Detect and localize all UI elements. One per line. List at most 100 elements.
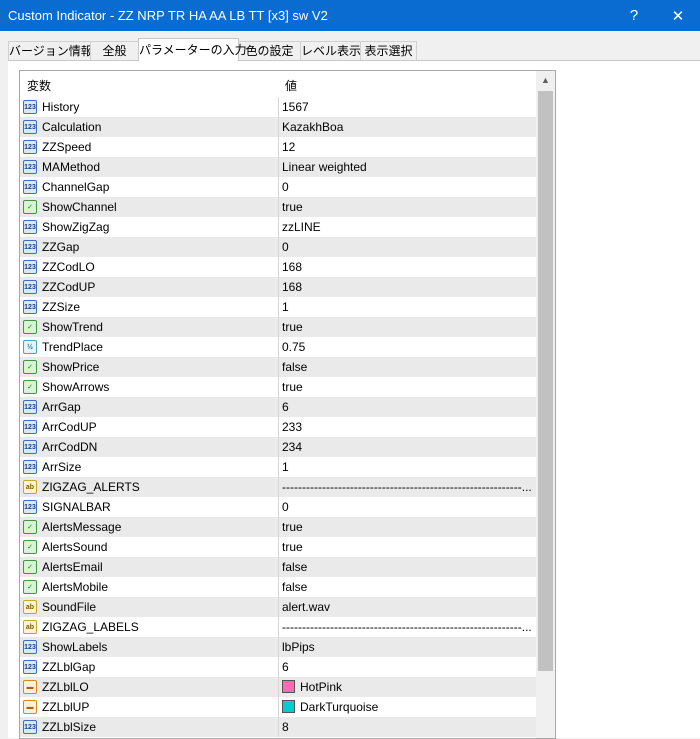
parameter-value[interactable]: true — [282, 540, 532, 554]
parameter-row[interactable]: 123 ShowZigZag zzLINE — [20, 217, 536, 237]
parameter-row[interactable]: 123 ZZCodUP 168 — [20, 277, 536, 297]
column-header-name[interactable]: 変数 — [27, 77, 51, 94]
parameter-row[interactable]: 123 ZZSize 1 — [20, 297, 536, 317]
scroll-thumb[interactable] — [538, 91, 553, 671]
parameter-row[interactable]: 123 History 1567 — [20, 97, 536, 117]
close-button[interactable]: ✕ — [656, 0, 700, 31]
int-type-icon: 123 — [23, 720, 37, 734]
column-header-value[interactable]: 値 — [285, 77, 297, 94]
parameter-row[interactable]: 123 ShowLabels lbPips — [20, 637, 536, 657]
clr-type-icon: ▬ — [23, 680, 37, 694]
column-divider — [278, 517, 279, 537]
color-swatch-icon — [282, 700, 295, 713]
parameter-row[interactable]: 123 SIGNALBAR 0 — [20, 497, 536, 517]
parameter-value[interactable]: zzLINE — [282, 220, 532, 234]
parameter-row[interactable]: ✓ ShowTrend true — [20, 317, 536, 337]
parameter-value[interactable]: 1 — [282, 460, 532, 474]
column-divider — [278, 317, 279, 337]
parameter-name: ArrSize — [42, 460, 82, 474]
parameter-row[interactable]: ▬ ZZLblLO HotPink — [20, 677, 536, 697]
parameter-value[interactable]: true — [282, 380, 532, 394]
parameter-row[interactable]: 123 Calculation KazakhBoa — [20, 117, 536, 137]
parameter-value[interactable]: 168 — [282, 260, 532, 274]
parameter-row[interactable]: 123 ZZGap 0 — [20, 237, 536, 257]
tab-5[interactable]: 表示選択 — [360, 41, 417, 61]
parameter-value[interactable]: 6 — [282, 400, 532, 414]
parameter-row[interactable]: ✓ AlertsMobile false — [20, 577, 536, 597]
parameter-name: ShowLabels — [42, 640, 108, 654]
parameter-value[interactable]: alert.wav — [282, 600, 532, 614]
parameter-row[interactable]: ab ZIGZAG_ALERTS -------------------------… — [20, 477, 536, 497]
parameter-row[interactable]: 123 ZZLblGap 6 — [20, 657, 536, 677]
parameter-value[interactable]: true — [282, 320, 532, 334]
parameter-value[interactable]: 12 — [282, 140, 532, 154]
parameter-row[interactable]: ✓ ShowChannel true — [20, 197, 536, 217]
parameter-value[interactable]: true — [282, 520, 532, 534]
parameter-value[interactable]: false — [282, 560, 532, 574]
parameter-row[interactable]: ✓ AlertsMessage true — [20, 517, 536, 537]
column-divider — [278, 637, 279, 657]
parameter-row[interactable]: ✓ AlertsSound true — [20, 537, 536, 557]
parameter-name: ZZLblUP — [42, 700, 90, 714]
parameter-name: ZZLblSize — [42, 720, 97, 734]
color-name: DarkTurquoise — [300, 700, 379, 714]
parameter-row[interactable]: ✓ AlertsEmail false — [20, 557, 536, 577]
column-divider — [278, 577, 279, 597]
column-divider — [278, 177, 279, 197]
parameter-row[interactable]: ab ZIGZAG_LABELS -------------------------… — [20, 617, 536, 637]
parameter-value[interactable]: 0 — [282, 180, 532, 194]
parameter-value[interactable]: false — [282, 580, 532, 594]
int-type-icon: 123 — [23, 260, 37, 274]
parameter-value[interactable]: 8 — [282, 720, 532, 734]
tab-1[interactable]: 全般 — [90, 41, 139, 61]
parameter-row[interactable]: 123 ZZCodLO 168 — [20, 257, 536, 277]
parameter-value[interactable]: HotPink — [282, 680, 532, 694]
parameter-row[interactable]: 123 ArrCodDN 234 — [20, 437, 536, 457]
parameter-value[interactable]: 234 — [282, 440, 532, 454]
int-type-icon: 123 — [23, 420, 37, 434]
parameter-row[interactable]: ▬ ZZLblUP DarkTurquoise — [20, 697, 536, 717]
parameter-name: ShowArrows — [42, 380, 110, 394]
parameter-name: TrendPlace — [42, 340, 103, 354]
parameter-row[interactable]: 123 ArrSize 1 — [20, 457, 536, 477]
parameter-value[interactable]: DarkTurquoise — [282, 700, 532, 714]
parameter-value[interactable]: 0 — [282, 240, 532, 254]
parameter-value[interactable]: ----------------------------------------… — [282, 620, 532, 634]
parameter-value[interactable]: KazakhBoa — [282, 120, 532, 134]
parameter-row[interactable]: ab SoundFile alert.wav — [20, 597, 536, 617]
column-divider — [278, 97, 279, 117]
parameter-value[interactable]: Linear weighted — [282, 160, 532, 174]
parameter-value[interactable]: 168 — [282, 280, 532, 294]
parameter-value[interactable]: lbPips — [282, 640, 532, 654]
parameter-value[interactable]: false — [282, 360, 532, 374]
parameter-name: SoundFile — [42, 600, 97, 614]
parameter-row[interactable]: 123 ChannelGap 0 — [20, 177, 536, 197]
parameter-value[interactable]: ----------------------------------------… — [282, 480, 532, 494]
scroll-up-icon[interactable]: ▲ — [536, 71, 555, 89]
int-type-icon: 123 — [23, 460, 37, 474]
parameter-row[interactable]: 123 MAMethod Linear weighted — [20, 157, 536, 177]
column-divider — [278, 157, 279, 177]
parameter-row[interactable]: ✓ ShowArrows true — [20, 377, 536, 397]
parameter-row[interactable]: 123 ArrGap 6 — [20, 397, 536, 417]
tab-2[interactable]: パラメーターの入力 — [138, 38, 247, 61]
column-divider — [278, 657, 279, 677]
help-button[interactable]: ? — [612, 0, 656, 31]
parameter-value[interactable]: 0.75 — [282, 340, 532, 354]
parameter-value[interactable]: 1 — [282, 300, 532, 314]
parameter-row[interactable]: 123 ZZSpeed 12 — [20, 137, 536, 157]
parameter-value[interactable]: 0 — [282, 500, 532, 514]
parameter-value[interactable]: true — [282, 200, 532, 214]
tab-0[interactable]: バージョン情報 — [8, 41, 93, 61]
column-divider — [278, 277, 279, 297]
tab-4[interactable]: レベル表示 — [300, 41, 361, 61]
parameter-row[interactable]: ½ TrendPlace 0.75 — [20, 337, 536, 357]
vertical-scrollbar[interactable]: ▲ — [536, 71, 555, 738]
parameter-row[interactable]: 123 ZZLblSize 8 — [20, 717, 536, 737]
parameter-value[interactable]: 233 — [282, 420, 532, 434]
parameter-row[interactable]: 123 ArrCodUP 233 — [20, 417, 536, 437]
tab-3[interactable]: 色の設定 — [238, 41, 301, 61]
parameter-value[interactable]: 1567 — [282, 100, 532, 114]
parameter-value[interactable]: 6 — [282, 660, 532, 674]
parameter-row[interactable]: ✓ ShowPrice false — [20, 357, 536, 377]
